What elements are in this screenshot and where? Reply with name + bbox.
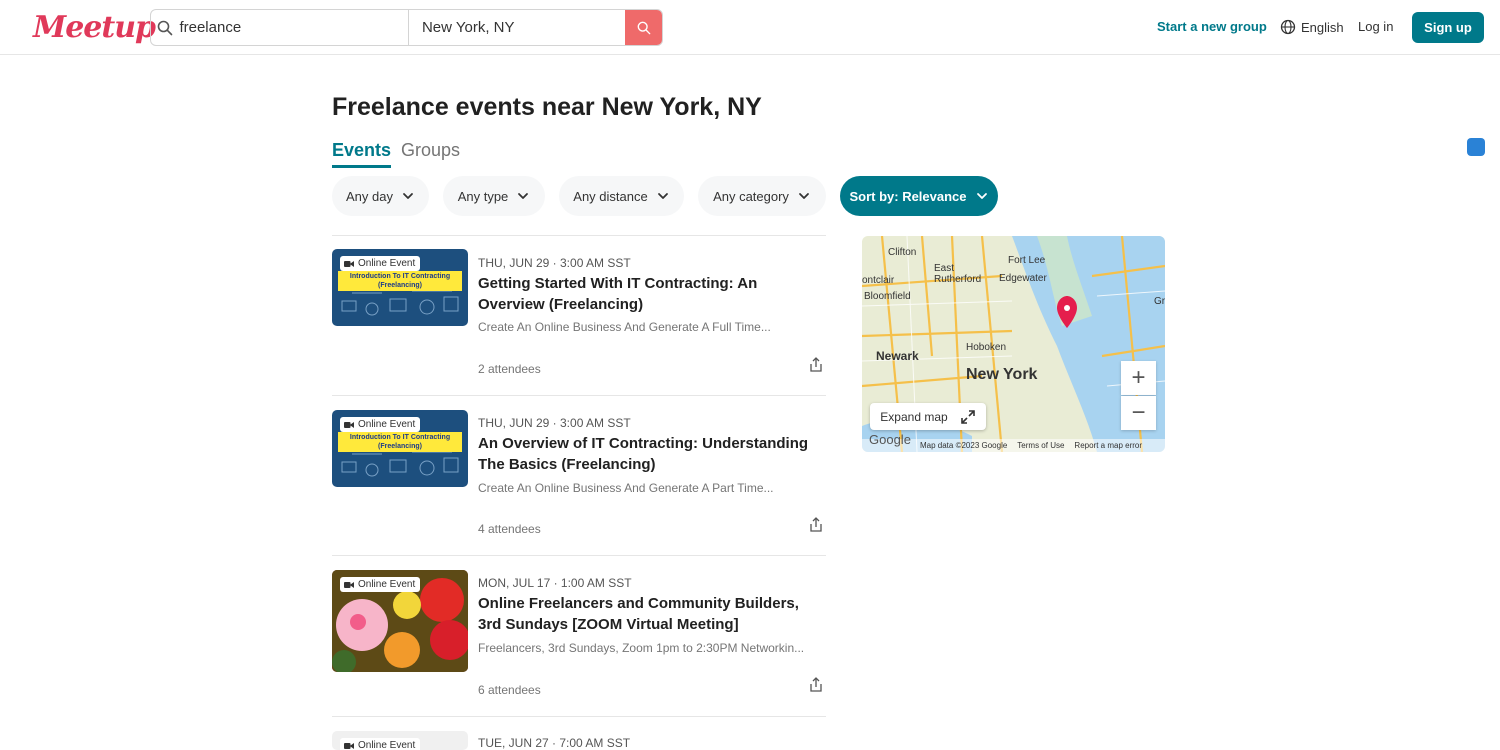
tab-groups[interactable]: Groups	[401, 140, 460, 161]
event-thumbnail[interactable]: Online Event	[332, 731, 468, 750]
filter-label: Any distance	[573, 188, 648, 204]
event-title[interactable]: Online Freelancers and Community Builder…	[478, 593, 823, 635]
signup-button[interactable]: Sign up	[1412, 12, 1484, 43]
event-date: TUE, JUN 27 · 7:00 AM SST	[478, 736, 631, 750]
online-event-badge: Online Event	[340, 417, 421, 432]
report-map-error-link[interactable]: Report a map error	[1074, 441, 1142, 450]
share-icon[interactable]	[808, 356, 824, 373]
search-bar	[150, 9, 663, 46]
event-description: Create An Online Business And Generate A…	[478, 481, 774, 495]
event-attendees: 6 attendees	[478, 683, 541, 697]
chevron-down-icon	[799, 193, 809, 199]
filter-any-type[interactable]: Any type	[443, 176, 545, 216]
filter-label: Any day	[346, 188, 393, 204]
event-thumbnail[interactable]: Online Event	[332, 570, 468, 672]
badge-label: Online Event	[358, 419, 416, 430]
map-label: East Rutherford	[934, 263, 982, 285]
tab-events[interactable]: Events	[332, 140, 392, 168]
map-label: Clifton	[888, 247, 917, 258]
meetup-logo[interactable]: Meetup	[33, 10, 156, 45]
filter-any-day[interactable]: Any day	[332, 176, 429, 216]
share-icon[interactable]	[808, 676, 824, 693]
location-search	[409, 10, 626, 45]
globe-icon	[1280, 19, 1296, 35]
badge-label: Online Event	[358, 258, 416, 269]
zoom-in-button[interactable]: +	[1121, 361, 1156, 395]
language-label: English	[1301, 19, 1344, 35]
chevron-down-icon	[518, 193, 529, 199]
event-date: THU, JUN 29 · 3:00 AM SST	[478, 416, 631, 430]
browser-extension-icon[interactable]	[1467, 138, 1485, 156]
list-divider	[332, 716, 826, 717]
badge-label: Online Event	[358, 740, 416, 750]
map-label: Bloomfield	[864, 291, 911, 302]
thumbnail-caption: Introduction To IT Contracting (Freelanc…	[338, 271, 462, 291]
filter-label: Any type	[457, 188, 509, 204]
expand-map-button[interactable]: Expand map	[870, 403, 986, 430]
thumbnail-caption: Introduction To IT Contracting (Freelanc…	[338, 432, 462, 452]
badge-label: Online Event	[358, 579, 416, 590]
event-description: Create An Online Business And Generate A…	[478, 320, 771, 334]
online-event-badge: Online Event	[340, 256, 421, 271]
video-camera-icon	[344, 742, 354, 749]
event-attendees: 4 attendees	[478, 522, 541, 536]
map-label: Hoboken	[966, 342, 1007, 353]
start-new-group-link[interactable]: Start a new group	[1157, 19, 1267, 34]
zoom-out-button[interactable]: −	[1121, 396, 1156, 430]
google-logo: Google	[869, 432, 911, 447]
expand-icon	[960, 409, 975, 424]
sort-label: Sort by: Relevance	[849, 188, 967, 204]
online-event-badge: Online Event	[340, 577, 421, 592]
keyword-search	[151, 10, 409, 45]
list-divider	[332, 555, 826, 556]
top-header: Meetup Start a new group English Log in …	[0, 0, 1500, 55]
map-data-credit: Map data ©2023 Google	[920, 441, 1008, 450]
video-camera-icon	[344, 260, 354, 267]
map-label: Newark	[876, 349, 919, 363]
online-event-badge: Online Event	[340, 738, 421, 750]
search-button[interactable]	[625, 10, 662, 45]
map-label: Fort Lee	[1008, 255, 1046, 266]
video-camera-icon	[344, 581, 354, 588]
terms-link[interactable]: Terms of Use	[1017, 441, 1064, 450]
share-icon[interactable]	[808, 516, 824, 533]
language-selector[interactable]: English	[1280, 19, 1344, 35]
event-thumbnail[interactable]: Online Event Introduction To IT Contract…	[332, 410, 468, 487]
chevron-down-icon	[403, 193, 413, 199]
sort-by-relevance[interactable]: Sort by: Relevance	[840, 176, 998, 216]
location-input[interactable]	[421, 19, 626, 36]
event-attendees: 2 attendees	[478, 362, 541, 376]
map-label: Gr	[1154, 296, 1165, 307]
search-icon	[637, 21, 650, 34]
map-label: ontclair	[862, 275, 895, 286]
chevron-down-icon	[976, 193, 987, 199]
filter-label: Any category	[713, 188, 789, 204]
event-thumbnail[interactable]: Online Event Introduction To IT Contract…	[332, 249, 468, 326]
list-divider	[332, 395, 826, 396]
filter-any-distance[interactable]: Any distance	[559, 176, 684, 216]
event-date: THU, JUN 29 · 3:00 AM SST	[478, 256, 631, 270]
event-title[interactable]: Getting Started With IT Contracting: An …	[478, 273, 823, 315]
event-date: MON, JUL 17 · 1:00 AM SST	[478, 576, 632, 590]
event-description: Freelancers, 3rd Sundays, Zoom 1pm to 2:…	[478, 641, 805, 655]
event-title[interactable]: An Overview of IT Contracting: Understan…	[478, 433, 823, 475]
login-link[interactable]: Log in	[1358, 19, 1393, 34]
video-camera-icon	[344, 421, 354, 428]
map-city-label: New York	[966, 366, 1038, 383]
keyword-input[interactable]	[179, 19, 408, 36]
expand-map-label: Expand map	[880, 409, 948, 424]
filter-any-category[interactable]: Any category	[698, 176, 826, 216]
search-icon	[151, 20, 179, 36]
list-divider	[332, 235, 826, 236]
chevron-down-icon	[657, 193, 668, 199]
page-title: Freelance events near New York, NY	[332, 93, 762, 121]
map-label: Edgewater	[999, 273, 1047, 284]
